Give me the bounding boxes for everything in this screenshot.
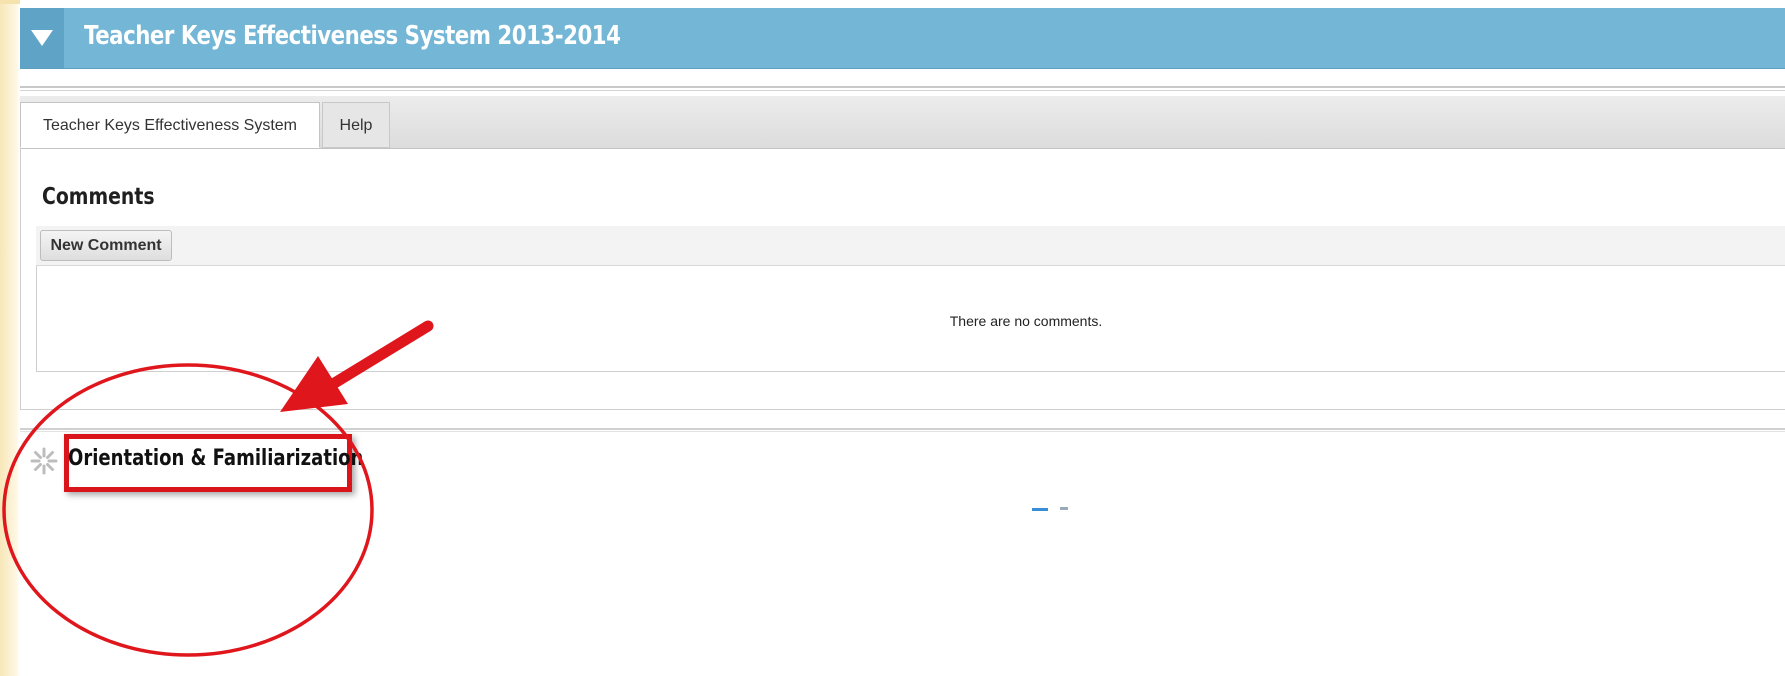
title-bar: Teacher Keys Effectiveness System 2013-2… [20,8,1785,69]
tab-help[interactable]: Help [322,102,390,148]
new-comment-button[interactable]: New Comment [40,230,172,261]
page-title: Teacher Keys Effectiveness System 2013-2… [84,21,621,51]
divider [20,90,1785,91]
faint-link-fragment [1032,508,1048,511]
page-edge-decoration [0,0,20,676]
comments-toolbar [36,226,1785,266]
spinner-icon [30,447,58,475]
tab-teacher-keys-effectiveness-system[interactable]: Teacher Keys Effectiveness System [20,102,320,148]
comments-heading: Comments [42,184,155,210]
section-divider [20,431,1785,432]
triangle-down-icon [31,30,53,46]
collapse-toggle-button[interactable] [20,8,64,68]
page-edge-top-decoration [0,0,20,4]
section-title-orientation[interactable]: Orientation & Familiarization [68,446,363,471]
tab-strip: Teacher Keys Effectiveness System Help [20,96,1785,149]
section-divider [20,428,1785,430]
empty-comments-message: There are no comments. [949,313,1103,329]
faint-link-fragment [1060,507,1068,510]
divider [20,86,1785,88]
